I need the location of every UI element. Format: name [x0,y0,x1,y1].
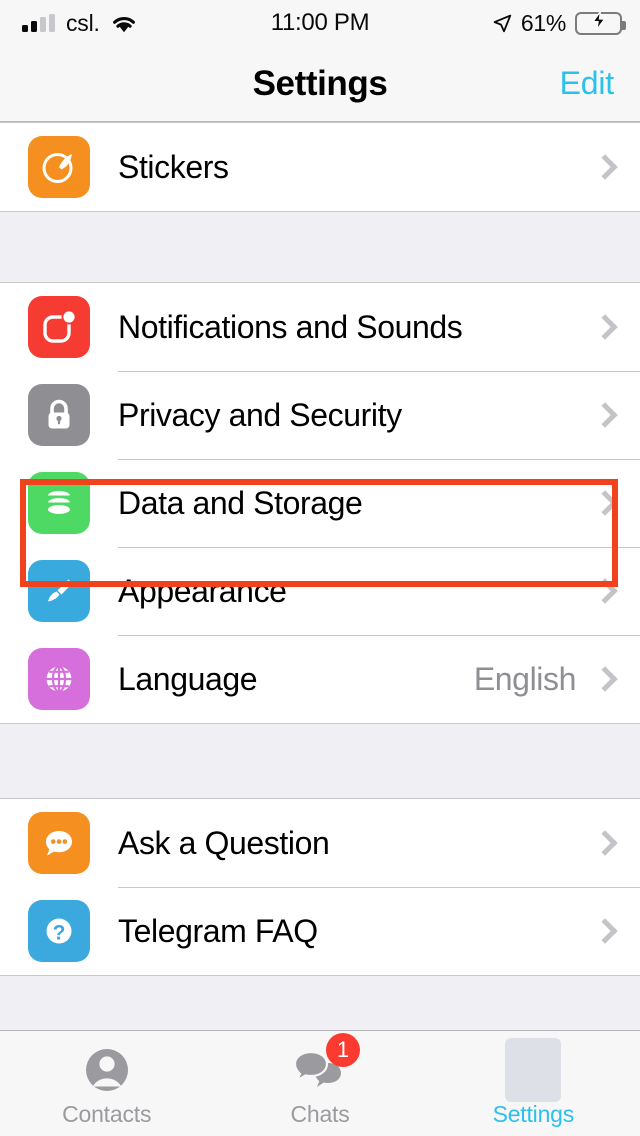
settings-row-label: Ask a Question [118,824,330,861]
settings-row-label: Notifications and Sounds [118,308,463,345]
status-bar: csl. 11:00 PM 61% [0,0,640,46]
settings-row-label: Stickers [118,148,229,185]
chats-unread-badge: 1 [325,1033,360,1067]
chevron-right-icon [592,490,618,516]
tab-label: Contacts [62,1101,152,1127]
carrier-label: csl. [66,9,100,36]
chevron-right-icon [592,830,618,856]
globe-icon [28,648,90,710]
settings-group-3: Ask a Question ? Telegram FAQ [0,798,640,976]
cellular-bars-icon [22,14,55,32]
notifications-icon [28,296,90,358]
settings-row-label: Data and Storage [118,484,363,521]
settings-row-language[interactable]: Language English [0,635,640,723]
tab-bar: Contacts 1 Chats Settings [0,1030,640,1136]
chevron-right-icon [592,314,618,340]
status-bar-right: 61% [493,9,626,37]
chevron-right-icon [592,578,618,604]
settings-row-notifications-and-sounds[interactable]: Notifications and Sounds [0,283,640,371]
battery-percent-label: 61% [520,9,566,36]
settings-group-1: Stickers [0,122,640,212]
tab-label: Chats [290,1101,350,1127]
settings-list[interactable]: Stickers Notifications and Sounds Privac… [0,122,640,1030]
stickers-icon [28,136,90,198]
settings-row-label: Privacy and Security [118,396,402,433]
settings-avatar-icon [505,1038,562,1102]
settings-row-ask-a-question[interactable]: Ask a Question [0,799,640,887]
chevron-right-icon [592,918,618,944]
settings-row-label: Appearance [118,572,287,609]
wifi-icon [111,14,137,33]
settings-row-stickers[interactable]: Stickers [0,123,640,211]
question-mark-icon: ? [28,900,90,962]
tab-chats[interactable]: 1 Chats [213,1031,426,1136]
lock-icon [28,384,90,446]
settings-row-label: Telegram FAQ [118,912,318,949]
database-icon [28,472,90,534]
settings-row-appearance[interactable]: Appearance [0,547,640,635]
chevron-right-icon [592,154,618,180]
chat-bubble-icon [28,812,90,874]
status-bar-left: csl. [22,10,137,37]
navigation-bar: Settings Edit [0,46,640,122]
location-arrow-icon [493,14,512,33]
chevron-right-icon [592,666,618,692]
chevron-right-icon [592,402,618,428]
tab-settings[interactable]: Settings [427,1031,640,1136]
paintbrush-icon [28,560,90,622]
section-gap-2 [0,724,640,798]
page-title: Settings [252,63,388,103]
tab-label: Settings [492,1101,575,1127]
phone-screen: csl. 11:00 PM 61% Settings Edit Stickers… [0,0,640,1136]
section-gap-1 [0,212,640,282]
settings-row-telegram-faq[interactable]: ? Telegram FAQ [0,887,640,975]
settings-group-2: Notifications and Sounds Privacy and Sec… [0,282,640,724]
settings-row-data-and-storage[interactable]: Data and Storage [0,459,640,547]
language-value: English [473,660,577,697]
svg-text:?: ? [53,922,66,945]
settings-row-label: Language [118,660,258,697]
battery-charging-icon [575,10,626,35]
person-icon [78,1041,136,1099]
settings-row-privacy-and-security[interactable]: Privacy and Security [0,371,640,459]
edit-button[interactable]: Edit [560,65,615,102]
tab-contacts[interactable]: Contacts [0,1031,213,1136]
